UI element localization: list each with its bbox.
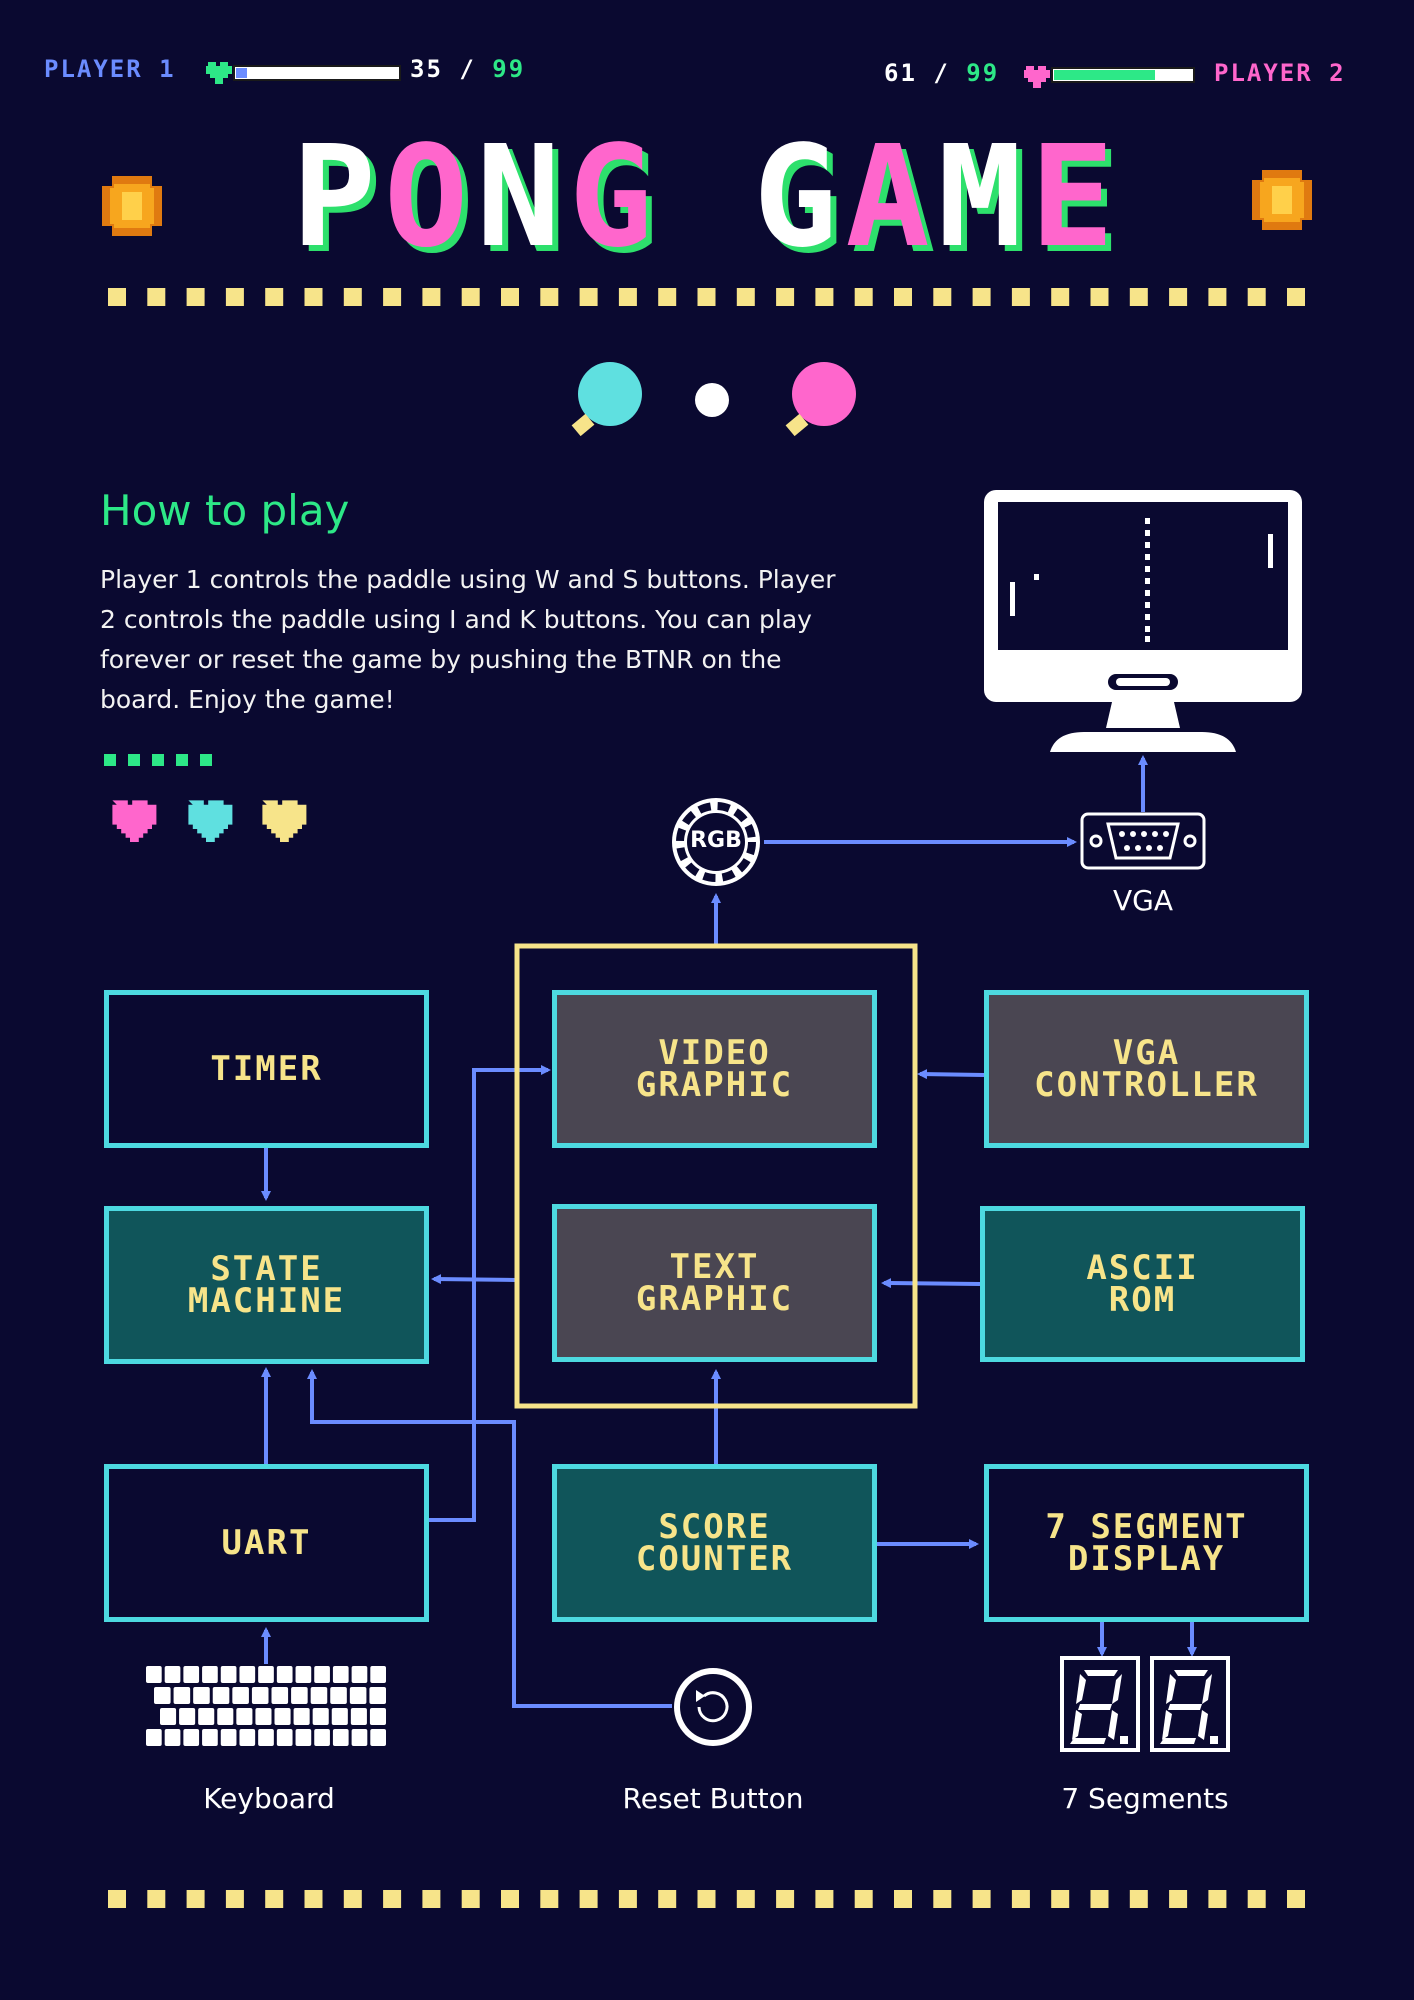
keyboard-key — [160, 1708, 177, 1725]
keyboard-key — [183, 1729, 200, 1746]
seven-segment-digit-icon — [1150, 1656, 1230, 1752]
keyboard-key — [330, 1687, 347, 1704]
keyboard-key — [314, 1729, 330, 1746]
rgb-label: RGB — [690, 828, 742, 853]
keyboard-key — [370, 1729, 386, 1746]
keyboard-key — [332, 1729, 349, 1746]
seven-segment-digit-icon — [1060, 1656, 1140, 1752]
keyboard-key — [202, 1729, 218, 1746]
keyboard-key — [350, 1708, 367, 1725]
keyboard-key — [312, 1708, 329, 1725]
keyboard-key — [164, 1666, 181, 1683]
vga-controller-block: VGA CONTROLLER — [984, 990, 1309, 1148]
keyboard-key — [349, 1687, 367, 1704]
keyboard-key — [331, 1708, 348, 1725]
keyboard-key — [370, 1666, 386, 1683]
score-counter-block: SCORE COUNTER — [552, 1464, 877, 1622]
keyboard-key — [332, 1666, 349, 1683]
video-graphic-block: VIDEO GRAPHIC — [552, 990, 877, 1148]
keyboard-key — [220, 1729, 237, 1746]
keyboard-key — [293, 1708, 310, 1725]
keyboard-key — [314, 1666, 330, 1683]
reset-icon[interactable] — [672, 1666, 754, 1748]
keyboard-key — [173, 1687, 191, 1704]
keyboard-key — [232, 1687, 249, 1704]
keyboard-key — [251, 1687, 269, 1704]
keyboard-key — [198, 1708, 215, 1725]
keyboard-key — [258, 1666, 274, 1683]
keyboard-key — [274, 1708, 291, 1725]
keyboard-key — [154, 1687, 171, 1704]
keyboard-key — [295, 1729, 312, 1746]
keyboard-key — [351, 1729, 368, 1746]
ascii-rom-block: ASCII ROM — [980, 1206, 1305, 1362]
seven-segments-caption: 7 Segments — [1061, 1782, 1229, 1815]
keyboard-key — [239, 1666, 256, 1683]
timer-block: TIMER — [104, 990, 429, 1148]
state-machine-block: STATE MACHINE — [104, 1206, 429, 1364]
keyboard-key — [291, 1687, 308, 1704]
uart-to-video-arrow — [428, 1065, 551, 1522]
keyboard-key — [202, 1666, 218, 1683]
ascii-to-text-arrow — [881, 1278, 981, 1289]
keyboard-key — [310, 1687, 328, 1704]
vga-caption: VGA — [1112, 884, 1173, 917]
keyboard-key — [193, 1687, 210, 1704]
keyboard-key — [239, 1729, 256, 1746]
keyboard-key — [295, 1666, 312, 1683]
keyboard-key — [369, 1708, 386, 1725]
keyboard-key — [258, 1729, 274, 1746]
uart-block: UART — [104, 1464, 429, 1622]
keyboard-key — [351, 1666, 368, 1683]
keyboard-key — [146, 1729, 162, 1746]
keyboard-icon — [146, 1666, 386, 1746]
keyboard-key — [369, 1687, 386, 1704]
keyboard-key — [276, 1729, 293, 1746]
keyboard-key — [236, 1708, 253, 1725]
reset-button-caption: Reset Button — [622, 1782, 804, 1815]
keyboard-key — [255, 1708, 272, 1725]
keyboard-key — [271, 1687, 289, 1704]
keyboard-key — [179, 1708, 196, 1725]
text-graphic-block: TEXT GRAPHIC — [552, 1204, 877, 1362]
keyboard-key — [212, 1687, 230, 1704]
keyboard-key — [146, 1666, 162, 1683]
vga-port-icon — [1080, 812, 1206, 870]
seven-segment-display-block: 7 SEGMENT DISPLAY — [984, 1464, 1309, 1622]
keyboard-key — [276, 1666, 293, 1683]
keyboard-key — [217, 1708, 234, 1725]
keyboard-caption: Keyboard — [203, 1782, 335, 1815]
vgactrl-to-video-arrow — [917, 1069, 985, 1080]
keyboard-key — [164, 1729, 181, 1746]
keyboard-key — [220, 1666, 237, 1683]
keyboard-key — [183, 1666, 200, 1683]
